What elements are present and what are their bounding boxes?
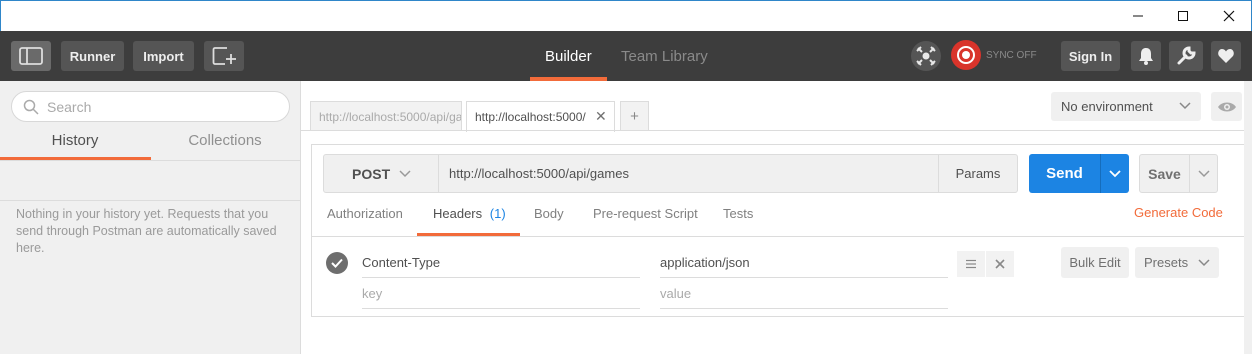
save-button[interactable]: Save [1139,154,1190,193]
method-label: POST [352,165,391,182]
tab-collections[interactable]: Collections [150,131,300,160]
environment-select[interactable]: No environment [1051,92,1201,121]
request-tab-label: http://localhost:5000/api/games [319,109,462,124]
environment-quick-look-button[interactable] [1211,92,1242,121]
header-key-input[interactable]: Content-Type [362,248,640,278]
checkmark-icon [331,258,343,268]
bell-icon [1139,48,1153,65]
tab-history[interactable]: History [0,131,150,160]
generate-code-link[interactable]: Generate Code [1134,205,1223,220]
save-options-button[interactable] [1189,154,1218,193]
heart-button[interactable] [1211,41,1241,71]
request-tab-label: http://localhost:5000/ [475,110,586,124]
heart-icon [1218,49,1234,63]
sync-status-label: SYNC OFF [986,50,1037,61]
tab-body[interactable]: Body [534,205,564,236]
method-select[interactable]: POST [323,154,439,193]
scrollbar[interactable] [1244,81,1252,354]
request-tab-active[interactable]: http://localhost:5000/ ✕ [466,101,615,132]
sign-in-button[interactable]: Sign In [1061,41,1120,71]
request-builder: POST http://localhost:5000/api/games Par… [311,144,1245,317]
bulk-edit-button[interactable]: Bulk Edit [1061,247,1129,278]
tab-authorization[interactable]: Authorization [327,205,403,236]
chevron-down-icon [1198,259,1210,267]
header-enabled-checkbox[interactable] [326,252,348,274]
tab-team-library[interactable]: Team Library [621,31,708,81]
environment-selected: No environment [1061,99,1153,114]
window-titlebar [0,0,1252,31]
tab-tests[interactable]: Tests [723,205,753,236]
runner-button[interactable]: Runner [61,41,124,71]
search-placeholder: Search [47,99,92,115]
divider [0,200,300,201]
sync-icon[interactable] [951,40,981,70]
delete-header-icon[interactable] [986,251,1014,277]
params-button[interactable]: Params [938,154,1018,193]
app-toolbar: Runner Import Builder Team Library SYNC … [0,31,1252,81]
drag-handle-icon[interactable] [957,251,985,277]
request-tab[interactable]: http://localhost:5000/api/games [310,101,462,131]
new-tab-button[interactable] [204,41,244,71]
maximize-icon[interactable] [1160,1,1206,31]
url-input[interactable]: http://localhost:5000/api/games [439,154,939,193]
history-empty-message: Nothing in your history yet. Requests th… [16,207,277,255]
chevron-down-icon [1179,102,1191,110]
presets-label: Presets [1144,255,1189,270]
tab-builder[interactable]: Builder [545,31,592,81]
main-panel: http://localhost:5000/api/games http://l… [301,81,1252,354]
notifications-button[interactable] [1131,41,1161,71]
chevron-down-icon [1197,169,1210,177]
send-options-button[interactable] [1100,154,1129,193]
presets-button[interactable]: Presets [1135,247,1219,278]
new-header-key-input[interactable]: key [362,279,640,309]
send-button[interactable]: Send [1029,154,1100,193]
interceptor-button[interactable] [911,41,941,71]
wrench-icon [1177,46,1196,65]
close-icon[interactable] [1206,1,1252,31]
header-value-input[interactable]: application/json [660,248,948,278]
chevron-down-icon [399,170,411,178]
eye-icon [1217,102,1236,111]
sidebar-toggle-icon [19,47,43,65]
sidebar: Search History Collections Nothing in yo… [0,81,301,354]
divider [312,236,1244,237]
tabs-baseline [301,130,1252,131]
new-header-value-input[interactable]: value [660,279,948,309]
tab-headers-label: Headers [433,206,483,221]
sidebar-toggle-button[interactable] [11,41,51,71]
tab-pre-request-script[interactable]: Pre-request Script [593,205,698,236]
new-tab-icon [212,47,236,65]
search-icon [23,99,39,115]
chevron-down-icon [1109,169,1121,177]
search-input[interactable]: Search [11,91,290,122]
satellite-icon [916,46,936,66]
divider [0,160,300,161]
headers-count-badge: (1) [489,206,506,221]
minimize-icon[interactable] [1115,1,1161,31]
tab-headers[interactable]: Headers (1) [433,205,506,236]
add-tab-button[interactable]: + [620,101,649,131]
import-button[interactable]: Import [133,41,194,71]
settings-button[interactable] [1169,41,1203,71]
close-tab-icon[interactable]: ✕ [595,108,607,125]
